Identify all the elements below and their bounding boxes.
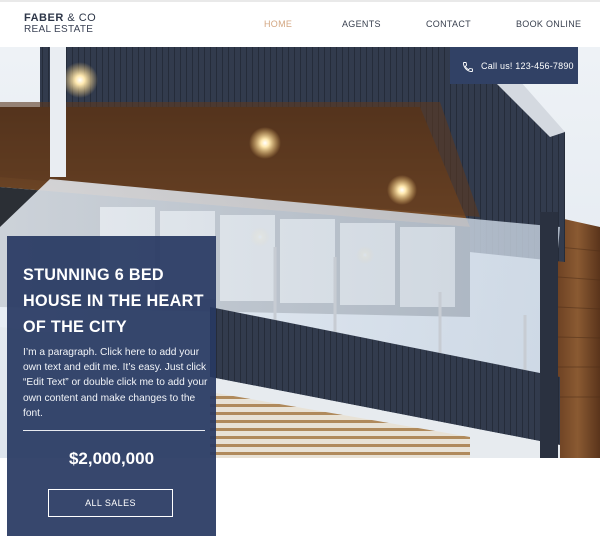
listing-title: STUNNING 6 BED HOUSE IN THE HEART OF THE… <box>23 266 204 336</box>
nav-item-home[interactable]: HOME <box>264 19 292 29</box>
brand-name-rest: & CO <box>63 12 97 24</box>
nav-item-book-online[interactable]: BOOK ONLINE <box>516 19 581 29</box>
all-sales-button[interactable]: ALL SALES <box>48 489 173 517</box>
site-header: FABER & CO REAL ESTATE HOME AGENTS CONTA… <box>0 0 600 46</box>
listing-card: STUNNING 6 BED HOUSE IN THE HEART OF THE… <box>7 236 216 536</box>
brand-subtitle: REAL ESTATE <box>24 24 94 35</box>
brand-name-bold: FABER <box>24 12 64 24</box>
call-us-button[interactable]: Call us! 123-456-7890 <box>450 47 578 84</box>
listing-price: $2,000,000 <box>68 449 155 468</box>
card-divider <box>23 430 205 431</box>
brand-logo[interactable]: FABER & CO REAL ESTATE <box>24 12 97 36</box>
listing-description: I’m a paragraph. Click here to add your … <box>23 347 208 419</box>
nav-item-agents[interactable]: AGENTS <box>342 19 381 29</box>
phone-icon <box>462 60 474 72</box>
call-us-label: Call us! 123-456-7890 <box>481 60 574 71</box>
nav-item-contact[interactable]: CONTACT <box>426 19 471 29</box>
